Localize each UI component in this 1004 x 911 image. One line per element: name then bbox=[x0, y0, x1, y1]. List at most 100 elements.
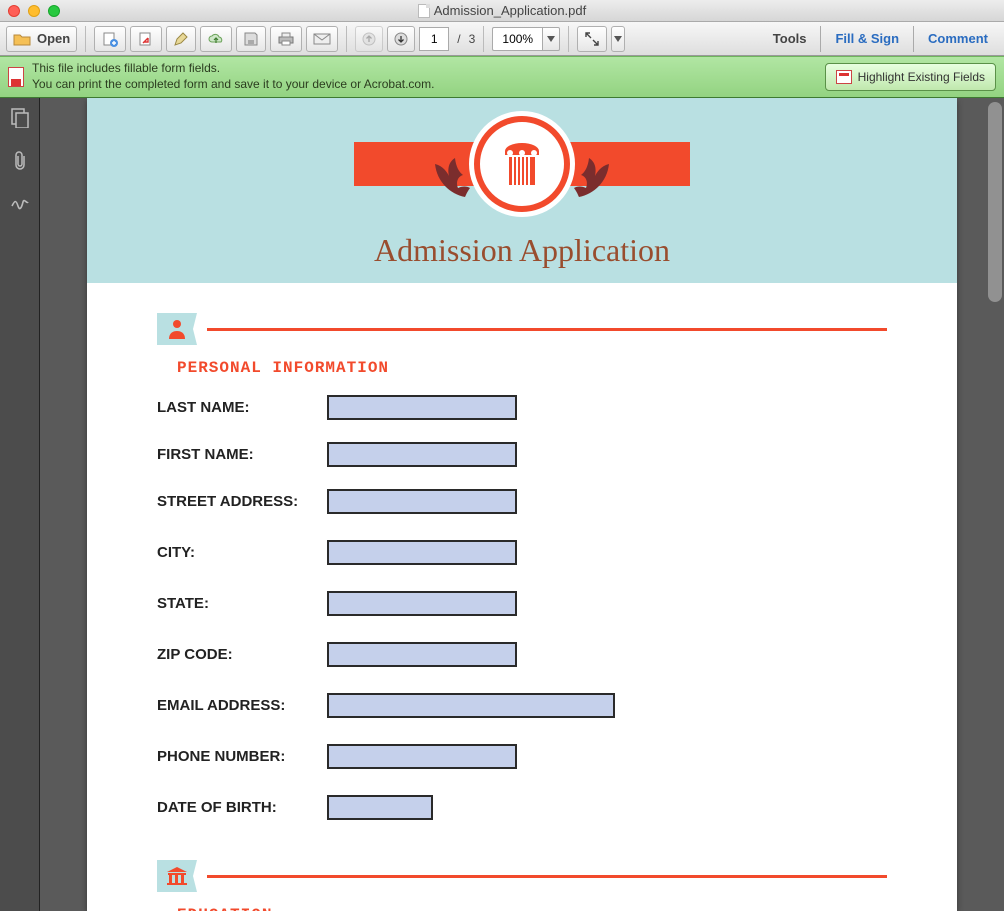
save-icon bbox=[243, 31, 259, 47]
edit-button[interactable] bbox=[166, 26, 196, 52]
window-titlebar: Admission_Application.pdf bbox=[0, 0, 1004, 22]
input-phone[interactable] bbox=[327, 744, 517, 769]
scrollbar-thumb[interactable] bbox=[988, 102, 1002, 302]
print-button[interactable] bbox=[270, 26, 302, 52]
form-info-bar: This file includes fillable form fields.… bbox=[0, 56, 1004, 98]
convert-button[interactable] bbox=[130, 26, 162, 52]
cloud-button[interactable] bbox=[200, 26, 232, 52]
resize-icon bbox=[584, 31, 600, 47]
zoom-control bbox=[492, 27, 560, 51]
divider bbox=[568, 26, 569, 52]
zoom-dropdown[interactable] bbox=[542, 27, 560, 51]
field-city: CITY: bbox=[157, 540, 887, 565]
divider bbox=[483, 26, 484, 52]
signatures-panel-button[interactable] bbox=[10, 194, 30, 215]
fill-sign-tab[interactable]: Fill & Sign bbox=[825, 31, 909, 46]
page-down-button[interactable] bbox=[387, 26, 415, 52]
chevron-down-icon bbox=[614, 36, 622, 42]
column-icon bbox=[497, 139, 547, 189]
seal bbox=[474, 116, 570, 212]
document-title: Admission Application bbox=[374, 232, 670, 269]
document-viewer[interactable]: Admission Application PERSONAL INFORMATI… bbox=[40, 98, 1004, 911]
divider bbox=[85, 26, 86, 52]
label-street-address: STREET ADDRESS: bbox=[157, 493, 327, 510]
export-pdf-icon bbox=[101, 31, 119, 47]
divider bbox=[820, 26, 821, 52]
input-last-name[interactable] bbox=[327, 395, 517, 420]
label-zip-code: ZIP CODE: bbox=[157, 646, 327, 663]
input-city[interactable] bbox=[327, 540, 517, 565]
open-label: Open bbox=[37, 31, 70, 46]
convert-pdf-icon bbox=[137, 31, 155, 47]
input-street-address[interactable] bbox=[327, 489, 517, 514]
section-divider bbox=[157, 313, 887, 345]
page-separator: / bbox=[457, 32, 460, 46]
paperclip-icon bbox=[12, 151, 28, 171]
pages-icon bbox=[11, 108, 29, 128]
page-up-button[interactable] bbox=[355, 26, 383, 52]
section-rule bbox=[207, 875, 887, 878]
laurel-left-icon bbox=[420, 152, 475, 207]
field-phone: PHONE NUMBER: bbox=[157, 744, 887, 769]
label-city: CITY: bbox=[157, 544, 327, 561]
section-rule bbox=[207, 328, 887, 331]
view-dropdown[interactable] bbox=[611, 26, 625, 52]
input-zip-code[interactable] bbox=[327, 642, 517, 667]
section-title-personal: PERSONAL INFORMATION bbox=[177, 359, 887, 377]
printer-icon bbox=[277, 31, 295, 47]
main-toolbar: Open / 3 Tools Fill bbox=[0, 22, 1004, 56]
email-button[interactable] bbox=[306, 26, 338, 52]
field-dob: DATE OF BIRTH: bbox=[157, 795, 887, 820]
field-email: EMAIL ADDRESS: bbox=[157, 693, 887, 718]
ribbon bbox=[354, 116, 690, 212]
document-banner: Admission Application bbox=[87, 98, 957, 283]
navigation-sidebar bbox=[0, 98, 40, 911]
envelope-icon bbox=[313, 32, 331, 46]
person-icon bbox=[168, 319, 186, 339]
label-state: STATE: bbox=[157, 595, 327, 612]
arrow-down-icon bbox=[394, 32, 408, 46]
institution-icon bbox=[166, 866, 188, 886]
form-icon bbox=[8, 67, 24, 87]
fit-page-button[interactable] bbox=[577, 26, 607, 52]
thumbnails-panel-button[interactable] bbox=[11, 108, 29, 133]
folder-open-icon bbox=[13, 32, 31, 46]
section-icon-badge bbox=[157, 313, 197, 345]
create-pdf-button[interactable] bbox=[94, 26, 126, 52]
input-first-name[interactable] bbox=[327, 442, 517, 467]
highlight-icon bbox=[836, 70, 852, 84]
page-total: 3 bbox=[469, 32, 476, 46]
comment-tab[interactable]: Comment bbox=[918, 31, 998, 46]
field-street-address: STREET ADDRESS: bbox=[157, 489, 887, 514]
pdf-page-1: Admission Application PERSONAL INFORMATI… bbox=[87, 98, 957, 911]
divider bbox=[346, 26, 347, 52]
input-dob[interactable] bbox=[327, 795, 433, 820]
vertical-scrollbar[interactable] bbox=[988, 102, 1002, 907]
arrow-up-icon bbox=[362, 32, 376, 46]
cloud-upload-icon bbox=[207, 32, 225, 46]
divider bbox=[913, 26, 914, 52]
input-email[interactable] bbox=[327, 693, 615, 718]
section-divider bbox=[157, 860, 887, 892]
field-last-name: LAST NAME: bbox=[157, 395, 887, 420]
section-icon-badge bbox=[157, 860, 197, 892]
highlight-fields-button[interactable]: Highlight Existing Fields bbox=[825, 63, 996, 91]
save-button[interactable] bbox=[236, 26, 266, 52]
zoom-input[interactable] bbox=[492, 27, 542, 51]
workspace: Admission Application PERSONAL INFORMATI… bbox=[0, 98, 1004, 911]
label-phone: PHONE NUMBER: bbox=[157, 748, 327, 765]
tools-tab[interactable]: Tools bbox=[763, 31, 817, 46]
window-title: Admission_Application.pdf bbox=[434, 3, 586, 18]
input-state[interactable] bbox=[327, 591, 517, 616]
field-zip-code: ZIP CODE: bbox=[157, 642, 887, 667]
info-line-2: You can print the completed form and sav… bbox=[32, 77, 434, 93]
field-state: STATE: bbox=[157, 591, 887, 616]
highlight-label: Highlight Existing Fields bbox=[858, 70, 985, 84]
form-area: PERSONAL INFORMATION LAST NAME: FIRST NA… bbox=[87, 283, 957, 911]
section-title-education: EDUCATION bbox=[177, 906, 887, 911]
page-number-input[interactable] bbox=[419, 27, 449, 51]
open-button[interactable]: Open bbox=[6, 26, 77, 52]
label-first-name: FIRST NAME: bbox=[157, 446, 327, 463]
chevron-down-icon bbox=[547, 36, 555, 42]
attachments-panel-button[interactable] bbox=[12, 151, 28, 176]
